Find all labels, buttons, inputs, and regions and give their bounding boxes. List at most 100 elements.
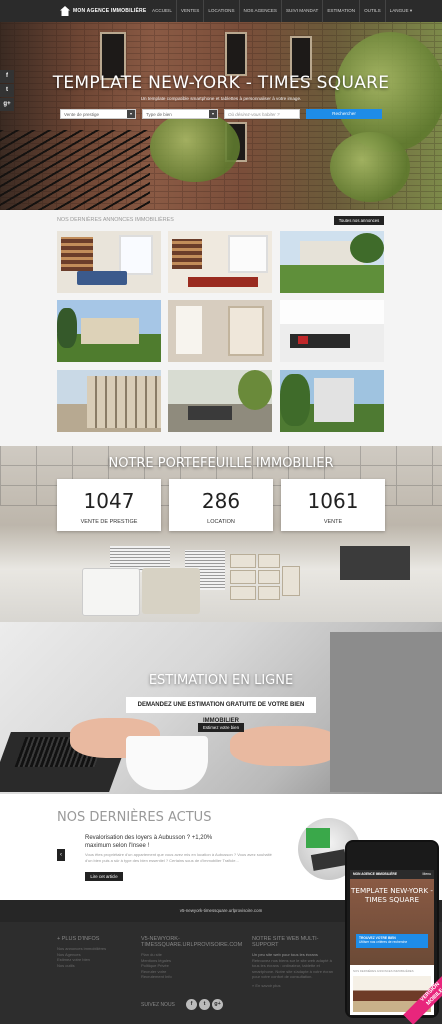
all-listings-button[interactable]: Toutes nos annonces (334, 216, 384, 225)
lawn-decor (280, 265, 384, 293)
tree-decor (238, 370, 272, 410)
footer-col-heading: NOTRE SITE WEB MULTI-SUPPORT (252, 936, 319, 948)
footer-col-multisupport: NOTRE SITE WEB MULTI-SUPPORT Un peu site… (252, 936, 340, 988)
coffee-cup-decor (126, 736, 208, 790)
phone-section-label: NOS DERNIÈRES ANNONCES IMMOBILIÈRES (353, 969, 414, 973)
rug-decor (188, 277, 258, 287)
search-location-placeholder: Où désirez-vous habiter ? (228, 112, 280, 117)
read-article-button[interactable]: Lire cet article (85, 872, 123, 881)
news-headline[interactable]: Revalorisation des loyers à Aubusson ? +… (85, 834, 235, 850)
google-plus-icon[interactable]: g+ (0, 98, 14, 111)
footer-text: Retrouvez nos biens sur le site web adap… (252, 957, 334, 980)
window-decor (280, 300, 384, 324)
pillow-decor (82, 568, 140, 616)
house-model-decor (306, 828, 330, 848)
stat-value: 1047 (83, 489, 135, 513)
stat-value: 1061 (307, 489, 359, 513)
brand-name: MON AGENCE IMMOBILIÈRE (73, 8, 147, 14)
listing-thumbnail[interactable] (280, 370, 384, 432)
search-button[interactable]: Rechercher (306, 109, 382, 119)
nav-item-suivi-mandat[interactable]: SUIVI MANDAT (280, 0, 322, 22)
listing-thumbnail[interactable] (280, 300, 384, 362)
chevron-down-icon: ▾ (209, 110, 217, 118)
listing-thumbnail[interactable] (57, 300, 161, 362)
facebook-icon[interactable]: f (186, 999, 197, 1010)
phone-cta-line2: Utiliser nos critères de recherche (359, 940, 408, 945)
listing-thumbnail[interactable] (168, 231, 272, 293)
nav-item-estimation[interactable]: ESTIMATION (322, 0, 359, 22)
google-plus-icon[interactable]: g+ (212, 999, 223, 1010)
listing-thumbnail[interactable] (168, 300, 272, 362)
nav-item-ventes[interactable]: VENTES (175, 0, 203, 22)
stat-value: 286 (201, 489, 241, 513)
footer-link[interactable]: Nos outils (57, 963, 137, 969)
nav-item-outils[interactable]: OUTILS (359, 0, 385, 22)
phone-menu-button[interactable]: Menu (423, 872, 431, 876)
phone-hero-title: TEMPLATE NEW-YORK - TIMES SQUARE (351, 886, 433, 904)
news-title: NOS DERNIÈRES ACTUS (57, 810, 212, 825)
footer-col-site: V5-NEWYORK-TIMESSQUARE.URLPROVISOIRE.COM… (141, 936, 242, 980)
listing-thumbnail[interactable] (168, 370, 272, 432)
footer-col-heading: + PLUS D'INFOS (57, 936, 100, 942)
search-select-category[interactable]: Vente de prestige ▾ (60, 109, 136, 119)
stat-card-prestige[interactable]: 1047 VENTE DE PRESTIGE (57, 479, 161, 531)
table-decor (188, 406, 232, 420)
stat-card-location[interactable]: 286 LOCATION (169, 479, 273, 531)
cart-decor (340, 546, 410, 580)
stacked-boxes-decor (230, 586, 256, 600)
chevron-left-icon[interactable]: ‹ (57, 849, 65, 861)
stacked-boxes-decor (282, 566, 300, 596)
stacked-boxes-decor (258, 570, 280, 584)
window-decor (228, 235, 268, 273)
main-nav: ACCUEIL VENTES LOCATIONS NOS AGENCES SUI… (148, 0, 416, 22)
window-decor (176, 306, 202, 354)
footer-more-link[interactable]: » En savoir plus (252, 983, 340, 989)
nav-item-agences[interactable]: NOS AGENCES (238, 0, 281, 22)
footer-col-infos: + PLUS D'INFOS Nos annonces immobilières… (57, 936, 137, 968)
phone-brand: MON AGENCE IMMOBILIÈRE (353, 872, 397, 876)
stacked-boxes-decor (258, 586, 280, 600)
stat-label: LOCATION (207, 519, 235, 525)
sign-decor (310, 849, 348, 871)
stacked-boxes-decor (258, 554, 280, 568)
chateau-decor (81, 318, 139, 344)
hand-decor (230, 726, 340, 766)
footer-link[interactable]: Recrutement Info (141, 974, 241, 980)
nav-item-locations[interactable]: LOCATIONS (203, 0, 238, 22)
stat-label: VENTE (323, 519, 343, 525)
stat-card-vente[interactable]: 1061 VENTE (281, 479, 385, 531)
sofa-decor (77, 271, 127, 285)
listing-thumbnail[interactable] (57, 370, 161, 432)
nav-item-langue[interactable]: LANGUE ▾ (384, 0, 416, 22)
listing-thumbnail[interactable] (280, 231, 384, 293)
estimate-button[interactable]: Estimez votre bien (198, 723, 244, 732)
portfolio-title: NOTRE PORTEFEUILLE IMMOBILIER (108, 456, 334, 471)
building-decor (87, 376, 161, 428)
twitter-icon[interactable]: t (0, 84, 14, 97)
brand-logo[interactable]: MON AGENCE IMMOBILIÈRE (60, 4, 146, 18)
sleeve-decor (330, 632, 442, 792)
twitter-icon[interactable]: t (199, 999, 210, 1010)
listings-heading: NOS DERNIÈRES ANNONCES IMMOBILIÈRES (57, 217, 174, 223)
tree-decor (280, 374, 310, 426)
stacked-boxes-decor (230, 570, 256, 584)
search-location-input[interactable]: Où désirez-vous habiter ? (224, 109, 300, 119)
window-decor (119, 235, 153, 275)
nav-item-accueil[interactable]: ACCUEIL (148, 0, 176, 22)
bookshelf-decor (172, 239, 202, 269)
news-excerpt: Vous êtes propriétaire d'un appartement … (85, 852, 272, 863)
search-select-type[interactable]: Type de bien ▾ (142, 109, 218, 119)
phone-screen: MON AGENCE IMMOBILIÈRE Menu TEMPLATE NEW… (350, 870, 434, 1015)
hero-subtitle: Un template compatible smartphone et tab… (140, 96, 302, 101)
estimation-tagline: DEMANDEZ UNE ESTIMATION GRATUITE DE VOTR… (126, 697, 316, 724)
listing-thumbnail[interactable] (57, 231, 161, 293)
hero-title: TEMPLATE NEW-YORK - TIMES SQUARE (52, 73, 390, 93)
phone-search-cta[interactable]: TROUVEZ VOTRE BIEN Utiliser nos critères… (356, 934, 428, 948)
tree-decor (150, 112, 240, 182)
window-decor (225, 32, 247, 76)
facebook-icon[interactable]: f (0, 70, 14, 83)
stairs-decor (0, 130, 150, 210)
house-decor (314, 378, 354, 422)
phone-topbar: MON AGENCE IMMOBILIÈRE Menu (350, 870, 434, 879)
social-sidebar: f t g+ (0, 70, 14, 112)
